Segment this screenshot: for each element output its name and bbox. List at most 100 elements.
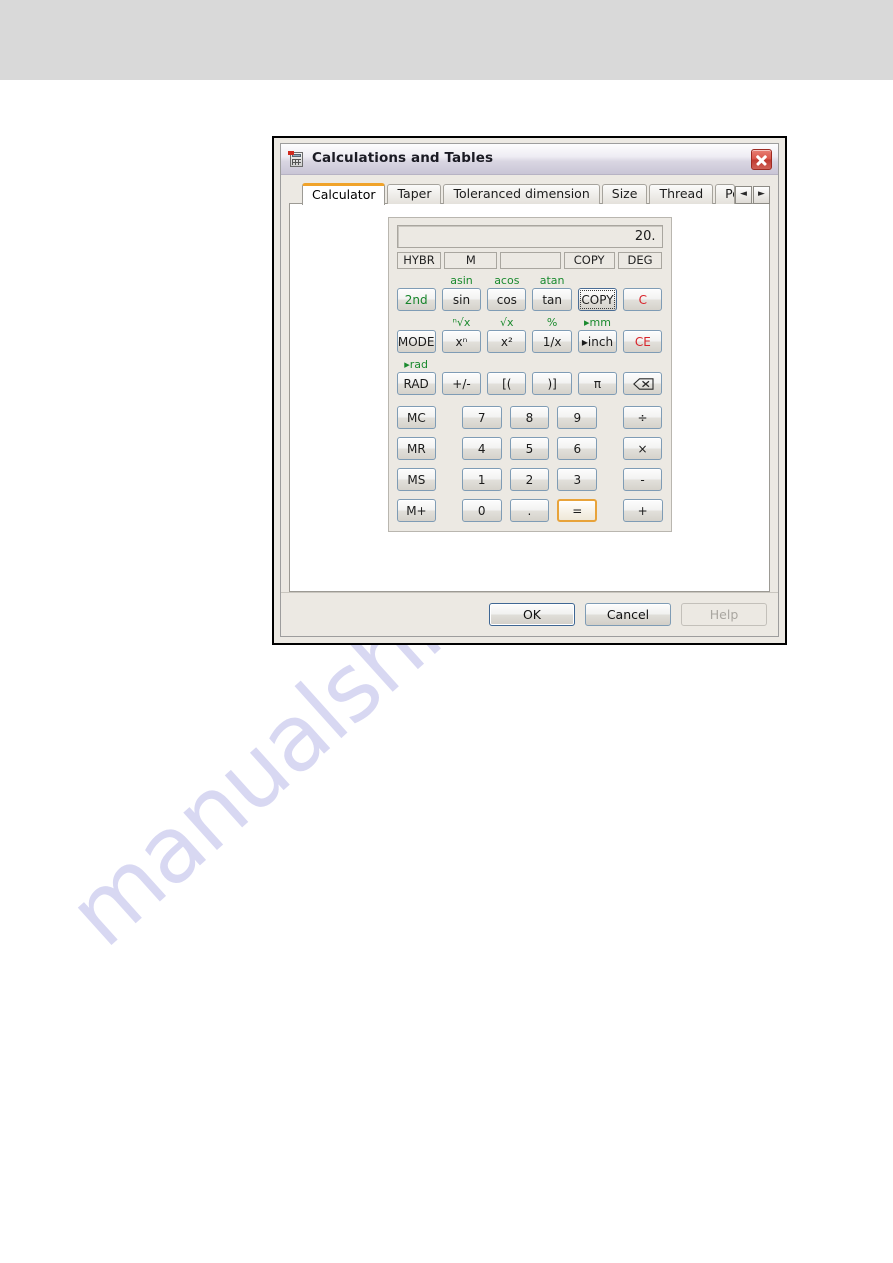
shift-label: . <box>397 274 436 288</box>
button-x-pow-n[interactable]: xⁿ <box>441 330 482 353</box>
button-memory-recall[interactable]: MR <box>396 437 437 460</box>
key-cell-x-squared: √x x² <box>487 316 527 353</box>
button-inch[interactable]: ▸inch <box>577 330 618 353</box>
shift-label: . <box>578 358 617 372</box>
tab-scroll-right-icon[interactable]: ► <box>753 185 770 204</box>
button-sign-toggle[interactable]: +/- <box>441 372 482 395</box>
button-digit-5[interactable]: 5 <box>509 437 550 460</box>
button-digit-2[interactable]: 2 <box>509 468 550 491</box>
close-icon[interactable] <box>751 148 772 170</box>
dialog-titlebar[interactable]: Calculations and Tables <box>281 144 778 175</box>
tab-scroll-left-icon[interactable]: ◄ <box>735 185 752 204</box>
button-divide[interactable]: ÷ <box>622 406 663 429</box>
button-memory-clear[interactable]: MC <box>396 406 437 429</box>
dialog-footer: OK Cancel Help <box>281 592 778 636</box>
tab-thread[interactable]: Thread <box>649 184 714 204</box>
key-cell-mode: . MODE <box>396 316 436 353</box>
key-cell-2nd: . 2nd <box>396 274 436 311</box>
function-row-3: ▸rad RAD . +/- . [( <box>396 358 663 395</box>
tab-label: Toleranced dimension <box>453 186 590 202</box>
shift-label: . <box>532 358 571 372</box>
shift-label: . <box>623 316 662 330</box>
shift-label-asin: asin <box>450 274 473 287</box>
button-clear-entry[interactable]: CE <box>623 330 663 353</box>
shift-label: . <box>442 358 481 372</box>
tab-toleranced-dimension[interactable]: Toleranced dimension <box>443 184 600 204</box>
button-close-bracket[interactable]: )] <box>532 372 572 395</box>
shift-label: . <box>487 358 526 372</box>
keypad-spacer <box>444 468 453 491</box>
button-digit-7[interactable]: 7 <box>461 406 502 429</box>
tab-polar[interactable]: Polar <box>715 184 735 204</box>
keypad-spacer <box>605 468 614 491</box>
cancel-button[interactable]: Cancel <box>585 603 671 626</box>
button-rad[interactable]: RAD <box>396 372 436 395</box>
button-copy[interactable]: COPY <box>577 288 618 311</box>
button-cos[interactable]: cos <box>487 288 527 311</box>
button-digit-3[interactable]: 3 <box>557 468 598 491</box>
button-digit-0[interactable]: 0 <box>461 499 502 522</box>
keypad-spacer <box>605 499 614 522</box>
key-cell-copy: . COPY <box>577 274 618 311</box>
button-tan[interactable]: tan <box>532 288 572 311</box>
key-cell-tan: atan tan <box>532 274 572 311</box>
button-sin[interactable]: sin <box>441 288 482 311</box>
calculator-display[interactable]: 20. <box>396 225 663 248</box>
keypad-spacer <box>444 406 453 429</box>
button-equals[interactable]: = <box>557 499 598 522</box>
shift-label-acos: acos <box>494 274 520 287</box>
button-clear[interactable]: C <box>623 288 663 311</box>
key-cell-backspace: . <box>623 358 663 395</box>
status-copy: COPY <box>563 252 615 269</box>
tab-size[interactable]: Size <box>601 184 648 204</box>
shift-label: . <box>623 274 662 288</box>
button-backspace[interactable] <box>623 372 663 395</box>
tab-taper[interactable]: Taper <box>387 184 442 204</box>
button-memory-add[interactable]: M+ <box>396 499 437 522</box>
status-angle-unit: DEG <box>617 252 663 269</box>
button-digit-8[interactable]: 8 <box>509 406 550 429</box>
function-row-2: . MODE ⁿ√x xⁿ √x x² <box>396 316 663 353</box>
keypad-spacer <box>444 437 453 460</box>
tab-label: Size <box>611 186 638 202</box>
button-digit-1[interactable]: 1 <box>461 468 502 491</box>
function-row-1: . 2nd asin sin acos cos <box>396 274 663 311</box>
tab-strip: Calculator Taper Toleranced dimension Si… <box>289 182 770 205</box>
key-cell-sin: asin sin <box>441 274 482 311</box>
button-digit-6[interactable]: 6 <box>557 437 598 460</box>
keypad-spacer <box>605 406 614 429</box>
shift-label-percent: % <box>546 316 558 329</box>
key-cell-open-bracket: . [( <box>487 358 527 395</box>
keypad-row-2: MR 4 5 6 × <box>396 437 663 460</box>
button-pi[interactable]: π <box>577 372 618 395</box>
tab-label: Thread <box>659 186 704 202</box>
button-mode[interactable]: MODE <box>396 330 436 353</box>
calculations-and-tables-dialog: Calculations and Tables Calculator Taper… <box>280 143 779 637</box>
button-decimal-point[interactable]: . <box>509 499 550 522</box>
tab-calculator[interactable]: Calculator <box>302 183 386 205</box>
button-multiply[interactable]: × <box>622 437 663 460</box>
shift-label-rad: ▸rad <box>404 358 429 371</box>
key-cell-cos: acos cos <box>487 274 527 311</box>
shift-label-sqrt: √x <box>500 316 514 329</box>
button-2nd[interactable]: 2nd <box>396 288 436 311</box>
dialog-body: Calculator Taper Toleranced dimension Si… <box>281 175 778 592</box>
button-memory-store[interactable]: MS <box>396 468 437 491</box>
button-reciprocal[interactable]: 1/x <box>532 330 572 353</box>
button-digit-9[interactable]: 9 <box>557 406 598 429</box>
button-digit-4[interactable]: 4 <box>461 437 502 460</box>
calculator-panel: 20. HYBR M COPY DEG . 2nd <box>387 217 672 532</box>
shift-label: . <box>578 274 617 288</box>
key-cell-close-bracket: . )] <box>532 358 572 395</box>
ok-button[interactable]: OK <box>489 603 575 626</box>
help-button: Help <box>681 603 767 626</box>
button-add[interactable]: + <box>622 499 663 522</box>
key-cell-rad: ▸rad RAD <box>396 358 436 395</box>
button-subtract[interactable]: - <box>622 468 663 491</box>
button-x-squared[interactable]: x² <box>487 330 527 353</box>
keypad-row-4: M+ 0 . = + <box>396 499 663 522</box>
keypad-row-3: MS 1 2 3 - <box>396 468 663 491</box>
button-open-bracket[interactable]: [( <box>487 372 527 395</box>
shift-label-mm: ▸mm <box>584 316 611 329</box>
key-cell-clear-entry: . CE <box>623 316 663 353</box>
